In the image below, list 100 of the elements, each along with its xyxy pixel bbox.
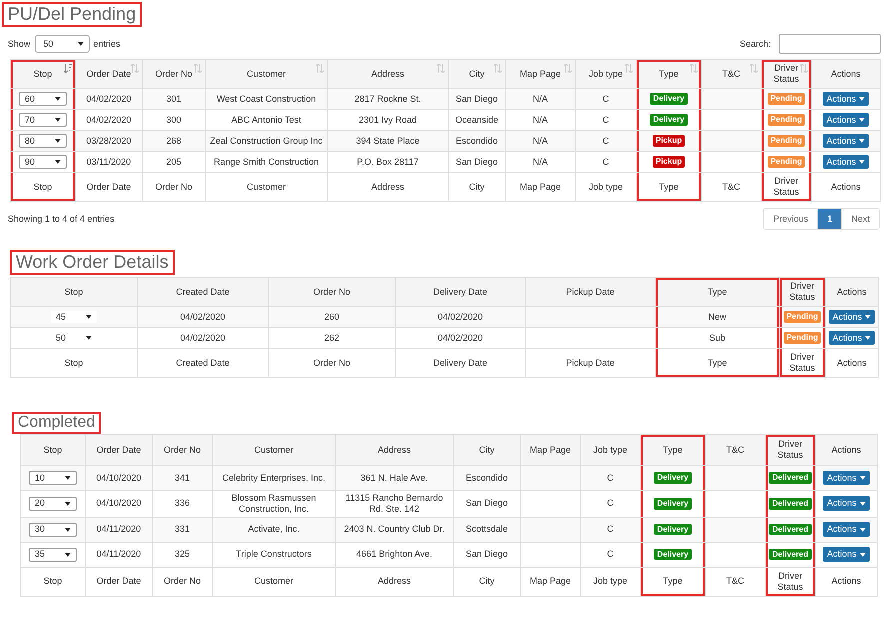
column-header[interactable]: Order Date <box>78 68 140 80</box>
stop-select[interactable]: 80 <box>19 134 67 148</box>
status-badge: Pending <box>768 114 806 126</box>
status-badge: Pickup <box>652 135 686 147</box>
column-header: City <box>478 444 496 456</box>
actions-button[interactable]: Actions <box>828 330 876 346</box>
sort-icon[interactable] <box>625 64 633 73</box>
column-footer: City <box>469 182 485 192</box>
column-header[interactable]: Map Page <box>508 68 573 80</box>
page-link[interactable]: Previous <box>764 209 818 229</box>
actions-button[interactable]: Actions <box>822 134 870 148</box>
column-footer: Driver Status <box>778 570 804 592</box>
table-cell: Scottsdale <box>466 524 508 534</box>
caret-icon <box>860 502 866 506</box>
status-badge: Delivery <box>654 524 692 536</box>
column-header: Type <box>706 286 728 298</box>
caret-icon <box>859 138 866 143</box>
column-footer: Job type <box>588 182 624 192</box>
show-label: Show <box>8 39 31 49</box>
column-header: Stop <box>64 286 84 298</box>
search-field[interactable] <box>779 34 881 54</box>
caret-icon <box>860 476 866 480</box>
sort-icon[interactable] <box>131 64 139 73</box>
table-cell: 04/02/2020 <box>86 94 132 104</box>
column-footer: Order Date <box>96 576 142 586</box>
table-cell: C <box>607 549 614 560</box>
table-cell: C <box>607 524 614 534</box>
status-badge: Delivery <box>650 114 688 126</box>
caret-icon <box>65 552 71 557</box>
actions-button[interactable]: Actions <box>823 547 870 562</box>
sort-icon[interactable] <box>564 64 572 73</box>
sort-icon[interactable] <box>690 64 698 73</box>
sort-icon[interactable] <box>750 64 758 73</box>
column-header: Actions <box>830 444 862 456</box>
table-cell: 04/11/2020 <box>96 524 142 534</box>
column-footer: Actions <box>831 182 861 192</box>
table-cell: San Diego <box>456 156 498 167</box>
page-size-select[interactable]: 50 <box>34 35 90 53</box>
status-badge: Pending <box>768 156 806 168</box>
actions-button[interactable]: Actions <box>823 496 870 512</box>
column-header[interactable]: Stop <box>13 68 73 80</box>
table-cell: Escondido <box>456 136 498 146</box>
caret-icon <box>55 97 61 101</box>
stop-select[interactable]: 90 <box>19 155 67 169</box>
column-footer: Job type <box>593 576 628 586</box>
column-footer: Pickup Date <box>566 358 615 368</box>
caret-icon <box>55 118 61 122</box>
column-header[interactable]: Job type <box>578 68 634 80</box>
table-cell: C <box>602 94 610 104</box>
stop-select[interactable]: 10 <box>29 471 77 485</box>
sort-icon[interactable] <box>494 64 502 73</box>
status-badge: Delivered <box>769 548 812 560</box>
table-cell: Escondido <box>466 472 508 483</box>
table-cell: 262 <box>324 332 340 343</box>
stop-select[interactable]: 30 <box>29 522 77 537</box>
column-header[interactable]: Driver Status <box>764 63 809 85</box>
column-header[interactable]: T&C <box>704 68 759 80</box>
sort-icon[interactable] <box>64 64 72 73</box>
column-header[interactable]: Address <box>330 68 446 80</box>
actions-button[interactable]: Actions <box>822 112 870 128</box>
column-header[interactable]: City <box>451 68 503 80</box>
table-cell: 11315 Rancho Bernardo Rd. Ste. 142 <box>346 493 444 514</box>
sort-icon[interactable] <box>194 64 202 73</box>
column-header[interactable]: Customer <box>208 68 325 80</box>
caret-icon <box>859 96 866 101</box>
table-cell: 260 <box>324 312 340 322</box>
caret-icon <box>65 502 71 506</box>
table-cell: 336 <box>174 498 190 508</box>
table-cell: 03/28/2020 <box>86 136 132 146</box>
column-footer: Actions <box>837 358 867 368</box>
stop-select[interactable]: 70 <box>19 113 67 127</box>
actions-button[interactable]: Actions <box>822 92 870 106</box>
stop-select[interactable]: 35 <box>29 548 77 562</box>
actions-button[interactable]: Actions <box>822 154 870 170</box>
column-footer: Actions <box>832 576 862 586</box>
actions-button[interactable]: Actions <box>828 310 876 324</box>
table-cell: 04/02/2020 <box>438 332 484 343</box>
table-cell: 268 <box>166 136 182 146</box>
column-header: Order No <box>312 286 352 298</box>
column-header[interactable]: Order No <box>145 68 203 80</box>
table-cell: 04/10/2020 <box>96 472 142 483</box>
sort-icon[interactable] <box>800 64 808 73</box>
actions-button[interactable]: Actions <box>823 522 870 537</box>
column-footer: T&C <box>726 576 744 586</box>
stop-select[interactable]: 60 <box>19 92 67 106</box>
page-link[interactable]: 1 <box>818 209 842 229</box>
column-header: Actions <box>830 68 862 80</box>
column-header: Address <box>376 444 412 456</box>
column-header: Delivery Date <box>432 286 489 298</box>
column-header[interactable]: Type <box>639 68 699 80</box>
table-cell: N/A <box>532 156 548 167</box>
table-cell: N/A <box>532 94 548 104</box>
status-badge: Delivery <box>654 548 692 560</box>
stop-select[interactable]: 20 <box>29 496 77 511</box>
stop-select[interactable]: 45 <box>51 311 97 323</box>
sort-icon[interactable] <box>437 64 445 73</box>
actions-button[interactable]: Actions <box>823 470 870 486</box>
column-header: T&C <box>726 444 746 456</box>
table-cell: Oceanside <box>455 114 499 125</box>
sort-icon[interactable] <box>316 64 324 73</box>
